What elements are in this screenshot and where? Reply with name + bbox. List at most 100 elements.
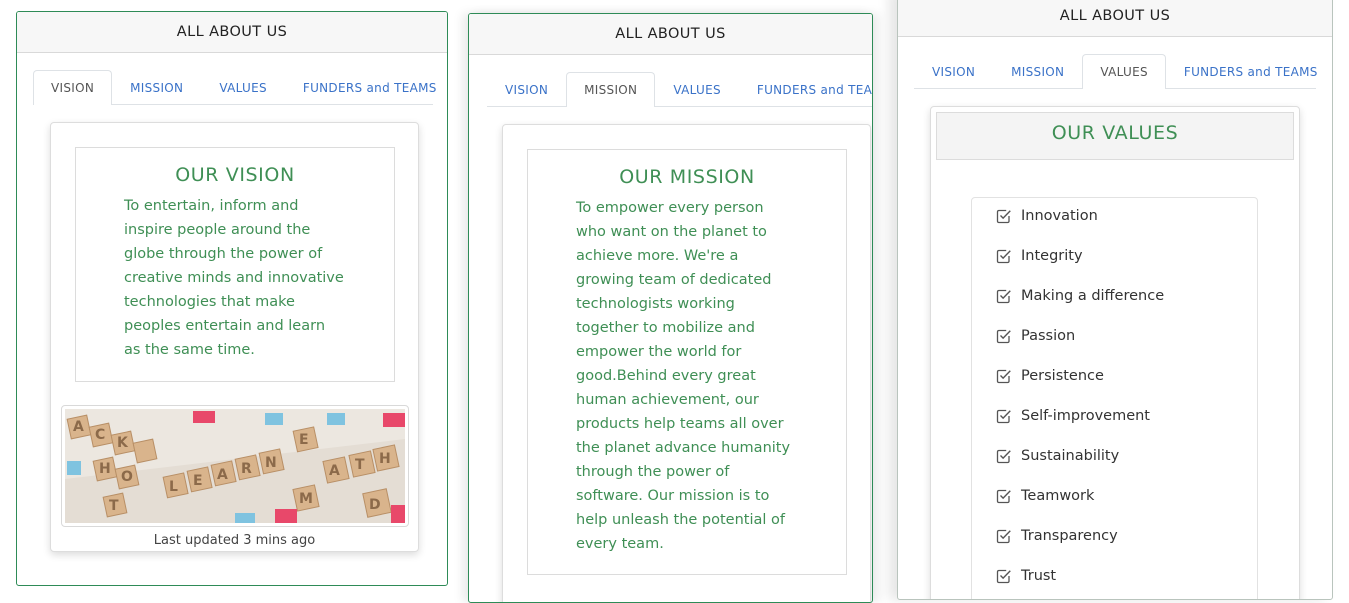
- mission-line: empower the world for: [576, 344, 742, 360]
- checkbox-checked-icon: [996, 209, 1011, 224]
- value-label: Trust: [1021, 568, 1057, 584]
- value-item: Persistence: [996, 368, 1104, 384]
- value-label: Persistence: [1021, 368, 1104, 384]
- mission-text: To empower every person who want on the …: [576, 196, 846, 556]
- tab-mission[interactable]: MISSION: [566, 72, 656, 107]
- checkbox-checked-icon: [996, 249, 1011, 264]
- svg-text:A: A: [217, 467, 228, 483]
- mission-line: software. Our mission is to: [576, 488, 770, 504]
- mission-line: the planet advance humanity: [576, 440, 791, 456]
- value-label: Passion: [1021, 328, 1076, 344]
- checkbox-checked-icon: [996, 289, 1011, 304]
- svg-text:M: M: [299, 491, 313, 507]
- value-item: Self-improvement: [996, 408, 1150, 424]
- tab-funders-and-teams[interactable]: FUNDERS and TEAMS: [739, 72, 872, 106]
- scrabble-tiles-image: ACK HO LEA RNE ATH MDT: [61, 405, 409, 527]
- mission-card: OUR MISSION To empower every person who …: [502, 124, 871, 602]
- value-item: Transparency: [996, 528, 1118, 544]
- svg-text:E: E: [193, 473, 203, 489]
- value-item: Trust: [996, 568, 1056, 584]
- svg-text:E: E: [299, 432, 309, 448]
- vision-card: OUR VISION To entertain, inform and insp…: [50, 122, 419, 552]
- vision-text: To entertain, inform and inspire people …: [124, 194, 394, 362]
- svg-text:C: C: [95, 427, 105, 443]
- value-label: Innovation: [1021, 208, 1098, 224]
- values-card: OUR VALUES Innovation Integrity Making a d…: [930, 106, 1300, 599]
- vision-line: peoples entertain and learn: [124, 318, 326, 334]
- vision-line: creative minds and innovative: [124, 270, 344, 286]
- value-item: Teamwork: [996, 488, 1094, 504]
- value-label: Transparency: [1021, 528, 1118, 544]
- svg-text:T: T: [355, 457, 365, 473]
- tab-bar: VISION MISSION VALUES FUNDERS and TEAMS: [487, 72, 872, 107]
- tab-funders-and-teams[interactable]: FUNDERS and TEAMS: [1166, 54, 1332, 88]
- tab-vision[interactable]: VISION: [33, 70, 113, 105]
- panel-header: ALL ABOUT US: [898, 0, 1332, 37]
- last-updated-caption: Last updated 3 mins ago: [153, 533, 316, 548]
- svg-text:R: R: [241, 461, 252, 477]
- checkbox-checked-icon: [996, 529, 1011, 544]
- mission-line: good.Behind every great: [576, 368, 756, 384]
- value-label: Self-improvement: [1021, 408, 1150, 424]
- svg-text:O: O: [121, 469, 133, 485]
- tab-vision[interactable]: VISION: [487, 72, 566, 106]
- checkbox-checked-icon: [996, 369, 1011, 384]
- about-panel-values: ALL ABOUT US VISION MISSION VALUES FUNDE…: [897, 0, 1333, 600]
- mission-line: growing team of dedicated: [576, 272, 772, 288]
- tab-bar: VISION MISSION VALUES FUNDERS and TEAMS: [914, 54, 1317, 89]
- svg-text:L: L: [169, 479, 178, 495]
- about-panel-vision: ALL ABOUT US VISION MISSION VALUES FUNDE…: [16, 11, 448, 586]
- vision-line: inspire people around the: [124, 222, 311, 238]
- tab-mission[interactable]: MISSION: [993, 54, 1082, 88]
- svg-text:A: A: [329, 463, 340, 479]
- mission-line: products help teams all over: [576, 416, 784, 432]
- value-label: Sustainability: [1021, 448, 1120, 464]
- mission-line: technologists working: [576, 296, 735, 312]
- about-panel-mission: ALL ABOUT US VISION MISSION VALUES FUNDE…: [468, 13, 873, 603]
- tab-values[interactable]: VALUES: [201, 70, 285, 104]
- tab-vision[interactable]: VISION: [914, 54, 993, 88]
- mission-line: To empower every person: [576, 200, 764, 216]
- panel-header: ALL ABOUT US: [469, 14, 872, 55]
- value-label: Integrity: [1021, 248, 1083, 264]
- svg-text:D: D: [369, 497, 381, 513]
- mission-line: together to mobilize and: [576, 320, 755, 336]
- svg-text:T: T: [109, 498, 119, 514]
- panel-header: ALL ABOUT US: [17, 12, 447, 53]
- vision-line: globe through the power of: [124, 246, 323, 262]
- mission-box: OUR MISSION To empower every person who …: [527, 149, 847, 575]
- svg-text:H: H: [379, 451, 391, 467]
- values-list: Innovation Integrity Making a difference Pa…: [971, 197, 1258, 599]
- panel-title: ALL ABOUT US: [1059, 7, 1171, 24]
- value-label: Making a difference: [1021, 288, 1165, 304]
- vision-line: To entertain, inform and: [124, 198, 299, 214]
- svg-text:K: K: [117, 435, 129, 451]
- checkbox-checked-icon: [996, 489, 1011, 504]
- vision-line: as the same time.: [124, 342, 255, 358]
- checkbox-checked-icon: [996, 329, 1011, 344]
- mission-line: achieve more. We're a: [576, 248, 739, 264]
- value-label: Teamwork: [1021, 488, 1095, 504]
- checkbox-checked-icon: [996, 449, 1011, 464]
- tab-funders-and-teams[interactable]: FUNDERS and TEAMS: [285, 70, 447, 104]
- vision-line: technologies that make: [124, 294, 295, 310]
- svg-text:H: H: [99, 461, 111, 477]
- tab-values[interactable]: VALUES: [1082, 54, 1166, 89]
- vision-box: OUR VISION To entertain, inform and insp…: [75, 147, 395, 382]
- svg-text:A: A: [73, 419, 84, 435]
- value-item: Passion: [996, 328, 1075, 344]
- values-title-bar: OUR VALUES: [936, 112, 1294, 160]
- mission-line: through the power of: [576, 464, 730, 480]
- value-item: Making a difference: [996, 288, 1164, 304]
- checkbox-checked-icon: [996, 569, 1011, 584]
- checkbox-checked-icon: [996, 409, 1011, 424]
- vision-title: OUR VISION: [175, 164, 295, 186]
- tab-bar: VISION MISSION VALUES FUNDERS and TEAMS: [33, 70, 436, 105]
- value-item: Sustainability: [996, 448, 1119, 464]
- panel-title: ALL ABOUT US: [176, 24, 288, 40]
- tab-values[interactable]: VALUES: [655, 72, 739, 106]
- mission-line: help unleash the potential of: [576, 512, 786, 528]
- mission-line: human achievement, our: [576, 392, 759, 408]
- tab-mission[interactable]: MISSION: [112, 70, 201, 104]
- scrabble-tiles-graphic: ACK HO LEA R NE ATH M DT: [65, 409, 405, 523]
